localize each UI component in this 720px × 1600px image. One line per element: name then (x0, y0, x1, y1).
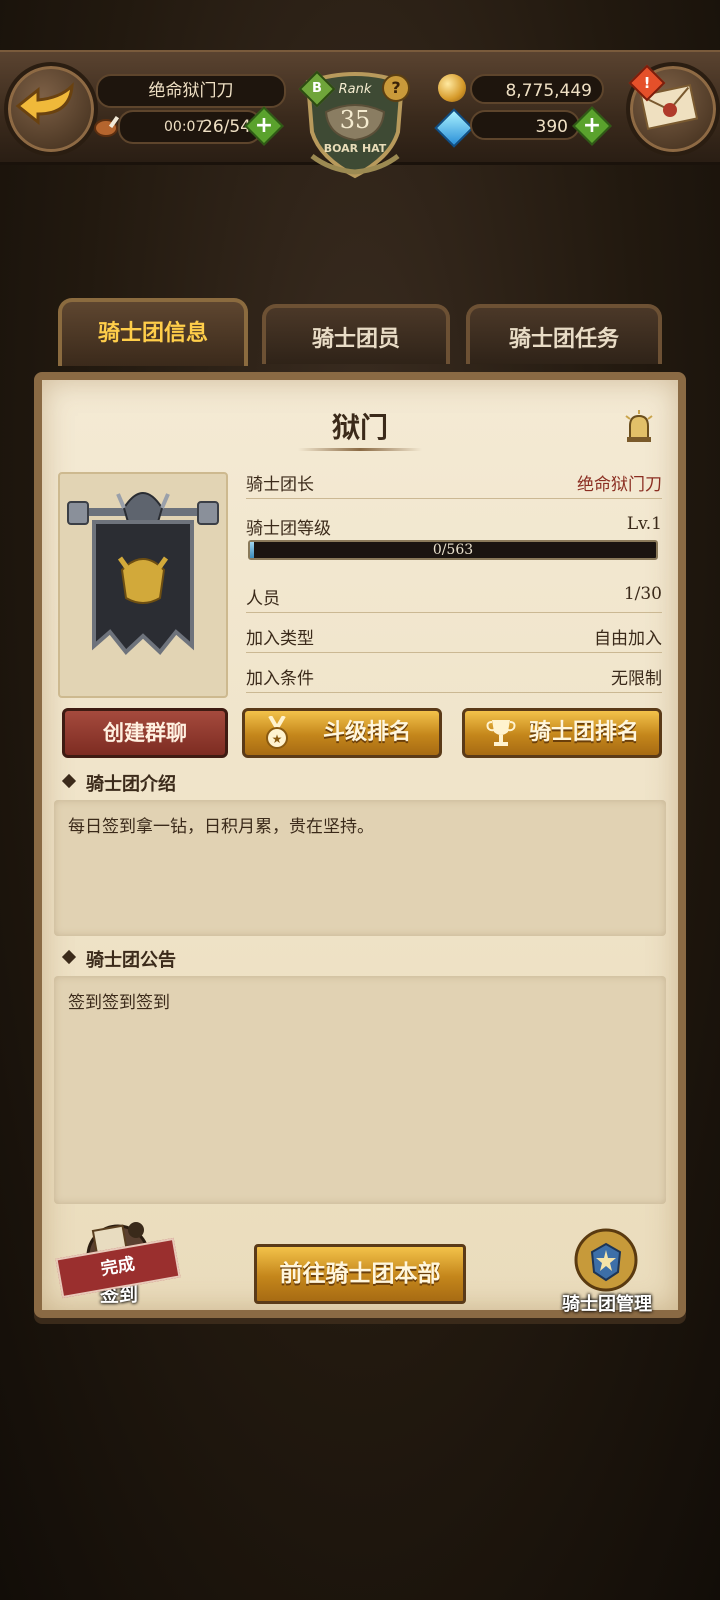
join-type-value: 自由加入 (594, 629, 662, 649)
row-divider (246, 692, 662, 693)
tab-guild-quests[interactable]: 骑士团任务 (466, 304, 662, 364)
trophy-icon (486, 718, 516, 748)
gem-amount: 390 (470, 110, 580, 140)
guild-rank-label: 骑士团排名 (528, 720, 639, 745)
back-arrow-icon (15, 82, 74, 126)
stamina-value: 26/54 (202, 117, 251, 137)
guild-name: 狱门 (331, 411, 388, 444)
plus-icon: + (254, 113, 274, 138)
guild-manage-button[interactable]: 骑士团管理 (548, 1224, 666, 1316)
rank-title: BOAR HAT (323, 142, 387, 155)
guild-alarm-button[interactable] (622, 408, 656, 444)
tab-guild-info[interactable]: 骑士团信息 (58, 298, 248, 366)
player-name: 绝命狱门刀 (96, 74, 286, 108)
title-divider (298, 448, 422, 451)
rank-help-icon[interactable]: ? (382, 74, 410, 102)
exp-bar: 0/563 (248, 540, 658, 560)
row-divider (246, 652, 662, 653)
guild-manage-label: 骑士团管理 (562, 1294, 652, 1315)
plus-icon: + (582, 113, 602, 138)
gold-coin-icon (438, 74, 466, 102)
gold-amount: 8,775,449 (470, 74, 604, 104)
svg-text:★: ★ (272, 732, 283, 746)
members-value: 1/30 (623, 584, 662, 604)
join-condition-value: 无限制 (611, 669, 662, 689)
create-chat-button[interactable]: 创建群聊 (62, 708, 228, 758)
level-value: Lv.1 (626, 514, 662, 534)
rank-level-label: 斗级排名 (322, 720, 411, 745)
tab-guild-members[interactable]: 骑士团员 (262, 304, 450, 364)
row-divider (246, 498, 662, 499)
notice-textbox: 签到签到签到 (54, 976, 666, 1204)
go-guild-hq-button[interactable]: 前往骑士团本部 (254, 1244, 466, 1304)
medal-icon: ★ (262, 714, 292, 750)
stamina-bar: 00:07 26/54 (118, 110, 262, 144)
notice-title: 骑士团公告 (86, 950, 176, 971)
rank-badge[interactable]: Rank 35 BOAR HAT B ? (290, 60, 420, 180)
join-type-label: 加入类型 (246, 629, 314, 649)
leader-label: 骑士团长 (246, 475, 314, 495)
intro-title: 骑士团介绍 (86, 774, 176, 795)
level-label: 骑士团等级 (246, 519, 331, 539)
intro-textbox: 每日签到拿一钻，日积月累，贵在坚持。 (54, 800, 666, 936)
back-button[interactable] (4, 62, 98, 156)
stamina-timer: 00:07 (164, 119, 205, 135)
leader-value: 绝命狱门刀 (577, 475, 662, 495)
gear-shield-icon (574, 1228, 638, 1292)
row-divider (246, 612, 662, 613)
guild-banner-icon (67, 492, 219, 655)
join-condition-label: 加入条件 (246, 669, 314, 689)
bell-icon (625, 410, 653, 442)
members-label: 人员 (246, 589, 280, 609)
exp-text: 0/563 (432, 542, 474, 558)
rank-value: 35 (339, 106, 371, 134)
guild-emblem-frame (58, 472, 228, 698)
